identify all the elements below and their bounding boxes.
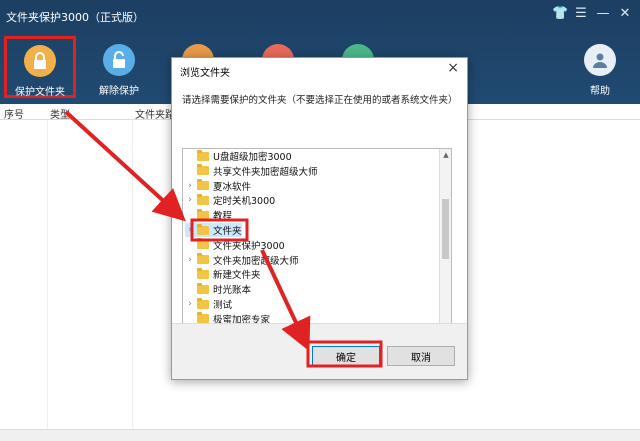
browse-folder-dialog: 浏览文件夹 × 请选择需要保护的文件夹（不要选择正在使用的或者系统文件夹） ▲ … [171,57,468,380]
unprotect-label: 解除保护 [99,86,139,97]
folder-icon [197,297,209,309]
tree-item-label: 共享文件夹加密超级大师 [213,166,318,178]
folder-icon [197,223,209,235]
tree-item[interactable]: › 文件夹 [185,223,242,237]
folder-icon [197,253,209,265]
unprotect-button[interactable]: 解除保护 [83,44,155,97]
tree-item-label: 新建文件夹 [213,270,261,282]
dialog-title: 浏览文件夹 [180,68,230,79]
tree-item-label: 夏冰软件 [213,181,252,193]
column-divider [47,120,48,429]
expand-caret-icon[interactable]: › [185,299,195,309]
column-header[interactable]: 序号 [4,106,24,121]
tree-item[interactable]: › 定时关机3000 [185,193,275,207]
scroll-up-icon[interactable]: ▲ [440,151,451,159]
folder-icon [197,164,209,176]
column-header[interactable]: 类型 [50,106,70,121]
folder-icon [197,179,209,191]
dialog-close-icon[interactable]: × [447,60,459,76]
tree-item[interactable]: U盘超级加密3000 [185,149,292,163]
tree-item[interactable]: 新建文件夹 [185,267,261,281]
tree-item-label: 文件夹加密超级大师 [213,255,299,267]
expand-caret-icon[interactable]: › [185,195,195,205]
tree-item[interactable]: 教程 [185,208,232,222]
user-icon [584,44,616,76]
protect-folder-button[interactable]: 保护文件夹 [4,36,76,98]
tree-item-label: 文件夹保护3000 [213,240,285,252]
expand-caret-icon[interactable]: › [185,255,195,265]
unlock-icon [103,44,135,76]
help-label: 帮助 [590,86,610,97]
folder-icon [197,149,209,161]
tree-item[interactable]: › 夏冰软件 [185,179,251,193]
folder-icon [197,238,209,250]
close-icon[interactable]: ✕ [618,6,632,21]
tree-item[interactable]: › 测试 [185,297,232,311]
folder-icon [197,312,209,324]
tree-item-label: U盘超级加密3000 [213,152,292,163]
cancel-button[interactable]: 取消 [387,346,455,366]
protect-folder-label: 保护文件夹 [15,87,65,98]
help-button[interactable]: 帮助 [564,44,636,97]
folder-icon [197,267,209,279]
tree-item[interactable]: 共享文件夹加密超级大师 [185,164,318,178]
minimize-icon[interactable]: — [596,6,610,21]
tree-item-label: 测试 [213,300,233,311]
expand-caret-icon[interactable]: › [185,225,195,235]
app-title: 文件夹保护3000（正式版） [6,11,144,24]
annotation-arrow [64,110,186,222]
shirt-icon[interactable]: 👕 [552,6,568,21]
horizontal-scrollbar[interactable] [0,429,640,441]
tree-item-label: 教程 [213,211,233,223]
column-divider [132,120,133,429]
ok-button[interactable]: 确定 [312,346,380,366]
window-controls: 👕 ☰ — ✕ [552,6,632,21]
lock-icon [24,45,56,77]
folder-icon [197,193,209,205]
folder-icon [197,208,209,220]
tree-item[interactable]: 文件夹保护3000 [185,238,285,252]
tree-item[interactable]: › 文件夹加密超级大师 [185,253,299,267]
tree-item-label: 文件夹 [213,226,242,237]
scroll-thumb[interactable] [442,199,449,259]
tree-item-label: 时光账本 [213,285,252,297]
folder-icon [197,282,209,294]
tree-item[interactable]: 时光账本 [185,282,251,296]
expand-caret-icon[interactable]: › [185,181,195,191]
column-header[interactable]: 文件夹路 [135,106,175,121]
tree-item-label: 定时关机3000 [213,196,276,208]
menu-icon[interactable]: ☰ [574,6,588,21]
dialog-instruction: 请选择需要保护的文件夹（不要选择正在使用的或者系统文件夹） [182,95,458,106]
